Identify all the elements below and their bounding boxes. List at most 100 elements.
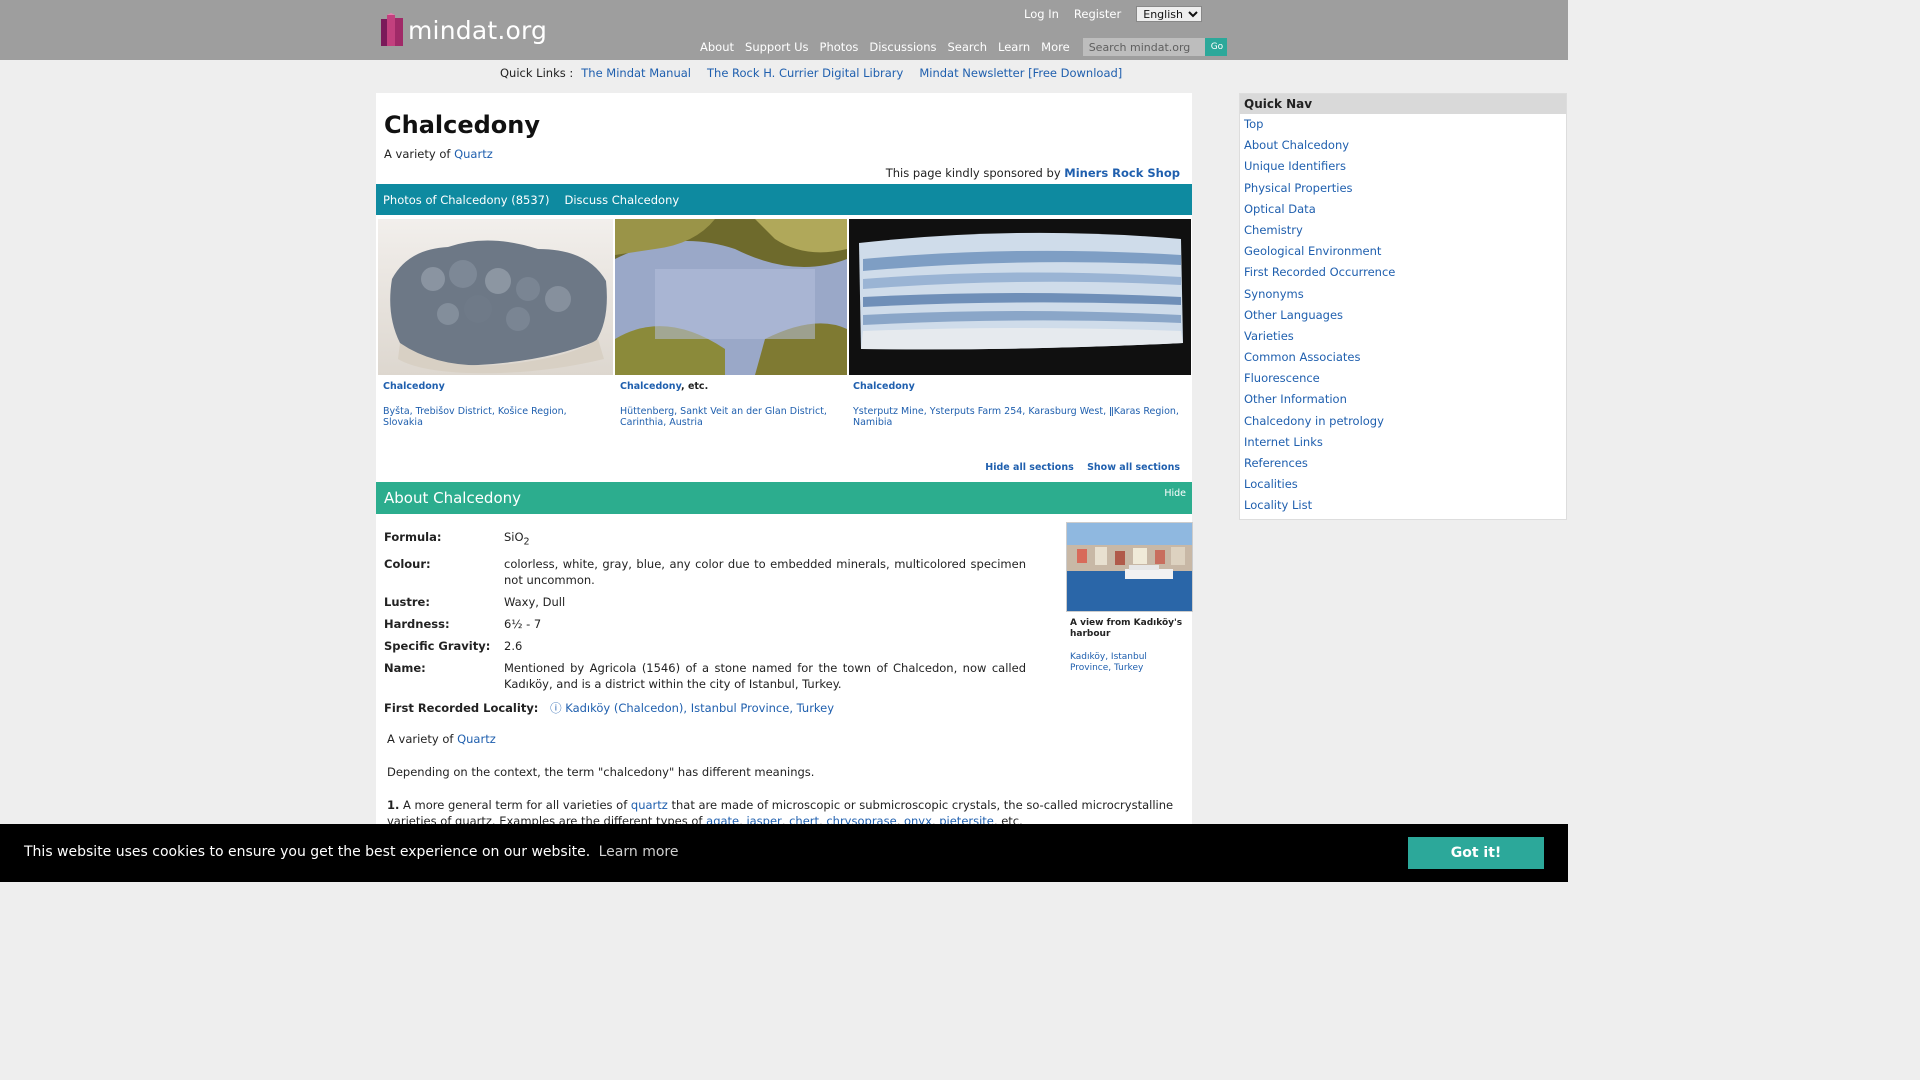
photo-1-caption: Chalcedony Byšta, Trebišov District, Koš…	[383, 381, 608, 428]
nav-support-us[interactable]: Support Us	[745, 40, 809, 54]
search-go-button[interactable]: Go	[1204, 38, 1227, 56]
formula-subscript: 2	[523, 536, 530, 548]
quick-nav-about[interactable]: About Chalcedony	[1244, 138, 1349, 152]
photo-2-caption: Chalcedony, etc. Hüttenberg, Sankt Veit …	[620, 381, 844, 428]
locality-photo-location[interactable]: Kadıköy, Istanbul Province, Turkey	[1070, 652, 1188, 674]
quick-nav-other-languages[interactable]: Other Languages	[1244, 308, 1343, 322]
locality-photo-title: A view from Kadıköy's harbour	[1070, 618, 1183, 639]
about-heading: About Chalcedony	[384, 489, 522, 507]
colour-row: Colour: colorless, white, gray, blue, an…	[384, 556, 1026, 588]
photo-1-location[interactable]: Byšta, Trebišov District, Košice Region,…	[383, 406, 608, 428]
lustre-label: Lustre:	[384, 595, 430, 610]
photo-2[interactable]	[615, 219, 847, 375]
page-title: Chalcedony	[384, 111, 541, 139]
lustre-row: Lustre: Waxy, Dull	[384, 594, 1026, 610]
photo-3-location[interactable]: Ysterputz Mine, Ysterputs Farm 254, Kara…	[853, 406, 1191, 428]
quick-nav-unique-identifiers[interactable]: Unique Identifiers	[1244, 159, 1346, 173]
quick-nav-fluorescence[interactable]: Fluorescence	[1244, 371, 1320, 385]
formula-base: SiO	[504, 530, 524, 544]
photo-3[interactable]	[849, 219, 1191, 375]
variety-of-line: A variety of Quartz	[384, 147, 493, 161]
section-controls: Hide all sections Show all sections	[975, 462, 1180, 473]
quick-nav-common-associates[interactable]: Common Associates	[1244, 350, 1360, 364]
tab-discuss[interactable]: Discuss Chalcedony	[564, 193, 679, 207]
formula-row: Formula: SiO2	[384, 529, 1026, 550]
photo-3-title[interactable]: Chalcedony	[853, 381, 915, 392]
nav-learn[interactable]: Learn	[998, 40, 1030, 54]
definition-number: 1.	[387, 798, 400, 812]
para1-quartz-link[interactable]: Quartz	[457, 732, 496, 746]
cookie-learn-more-link[interactable]: Learn more	[599, 844, 679, 860]
quick-nav-top[interactable]: Top	[1244, 117, 1263, 131]
quick-nav-petrology[interactable]: Chalcedony in petrology	[1244, 414, 1384, 428]
sponsor-prefix: This page kindly sponsored by	[885, 166, 1061, 180]
quick-nav-references[interactable]: References	[1244, 456, 1308, 470]
main-content: Chalcedony A variety of Quartz This page…	[376, 93, 1193, 882]
about-section-header: About Chalcedony Hide	[376, 482, 1192, 514]
quartz-link[interactable]: quartz	[631, 798, 668, 812]
quick-link-newsletter[interactable]: Mindat Newsletter [Free Download]	[919, 66, 1122, 80]
login-link[interactable]: Log In	[1024, 7, 1059, 21]
colour-value: colorless, white, gray, blue, any color …	[504, 557, 1026, 588]
nav-discussions[interactable]: Discussions	[869, 40, 936, 54]
nav-more[interactable]: More	[1041, 40, 1070, 54]
quick-nav-physical-properties[interactable]: Physical Properties	[1244, 181, 1353, 195]
register-link[interactable]: Register	[1074, 7, 1121, 21]
cookie-message: This website uses cookies to ensure you …	[24, 844, 591, 860]
logo-crystal-icon	[380, 13, 404, 47]
quick-links-label: Quick Links :	[500, 66, 574, 80]
tab-photos[interactable]: Photos of Chalcedony (8537)	[383, 193, 549, 207]
cookie-accept-button[interactable]: Got it!	[1408, 837, 1544, 869]
hardness-row: Hardness: 6½ - 7	[384, 616, 1026, 632]
quick-nav-synonyms[interactable]: Synonyms	[1244, 287, 1304, 301]
definition-text-a: A more general term for all varieties of	[403, 798, 628, 812]
variety-quartz-link[interactable]: Quartz	[454, 147, 493, 161]
sponsor-link[interactable]: Miners Rock Shop	[1064, 166, 1180, 180]
site-header: mindat.org Log In Register English About…	[0, 0, 1568, 60]
quick-nav-list: Top About Chalcedony Unique Identifiers …	[1240, 114, 1566, 517]
name-row: Name: Mentioned by Agricola (1546) of a …	[384, 660, 1026, 692]
quick-nav-internet-links[interactable]: Internet Links	[1244, 435, 1323, 449]
name-value: Mentioned by Agricola (1546) of a stone …	[504, 661, 1026, 692]
nav-about[interactable]: About	[700, 40, 734, 54]
show-all-sections-link[interactable]: Show all sections	[1087, 462, 1180, 473]
photo-2-title[interactable]: Chalcedony	[620, 381, 681, 392]
quick-nav-locality-list[interactable]: Locality List	[1244, 498, 1312, 512]
logo-text: mindat.org	[408, 15, 548, 45]
photo-3-caption: Chalcedony Ysterputz Mine, Ysterputs Far…	[853, 381, 1191, 428]
formula-value: SiO2	[504, 529, 1026, 550]
quick-nav-localities[interactable]: Localities	[1244, 477, 1298, 491]
para1-prefix: A variety of	[387, 732, 454, 746]
frl-label: First Recorded Locality:	[384, 701, 539, 715]
hide-all-sections-link[interactable]: Hide all sections	[985, 462, 1073, 473]
mineral-tab-bar: Photos of Chalcedony (8537) Discuss Chal…	[376, 184, 1192, 215]
photo-2-location[interactable]: Hüttenberg, Sankt Veit an der Glan Distr…	[620, 406, 844, 428]
quick-nav-first-recorded-occurrence[interactable]: First Recorded Occurrence	[1244, 265, 1395, 279]
quick-links: Quick Links : The Mindat Manual The Rock…	[500, 66, 1138, 80]
quick-nav-varieties[interactable]: Varieties	[1244, 329, 1294, 343]
photo-1[interactable]	[378, 219, 613, 375]
site-logo[interactable]: mindat.org	[380, 12, 547, 48]
specific-gravity-value: 2.6	[504, 639, 523, 654]
colour-label: Colour:	[384, 557, 431, 572]
language-select[interactable]: English	[1136, 6, 1203, 22]
quick-nav-optical-data[interactable]: Optical Data	[1244, 202, 1316, 216]
frl-link[interactable]: ⓘ Kadıköy (Chalcedon), Istanbul Province…	[550, 701, 834, 715]
quick-nav-geological-environment[interactable]: Geological Environment	[1244, 244, 1381, 258]
quick-link-library[interactable]: The Rock H. Currier Digital Library	[707, 66, 903, 80]
locality-photo[interactable]	[1066, 522, 1193, 612]
frl-value: Kadıköy (Chalcedon), Istanbul Province, …	[565, 701, 835, 715]
quick-nav-chemistry[interactable]: Chemistry	[1244, 223, 1303, 237]
search-input[interactable]	[1082, 38, 1205, 56]
photo-2-suffix: , etc.	[681, 381, 709, 392]
name-label: Name:	[384, 661, 426, 676]
quick-nav-other-information[interactable]: Other Information	[1244, 392, 1347, 406]
nav-search[interactable]: Search	[948, 40, 988, 54]
nav-photos[interactable]: Photos	[820, 40, 859, 54]
about-hide-link[interactable]: Hide	[1164, 488, 1186, 499]
photo-1-title[interactable]: Chalcedony	[383, 381, 445, 392]
sponsor-line: This page kindly sponsored by Miners Roc…	[886, 166, 1180, 180]
quick-nav-heading: Quick Nav	[1240, 94, 1566, 114]
first-recorded-locality: First Recorded Locality: ⓘ Kadıköy (Chal…	[384, 700, 834, 716]
quick-link-manual[interactable]: The Mindat Manual	[581, 66, 691, 80]
